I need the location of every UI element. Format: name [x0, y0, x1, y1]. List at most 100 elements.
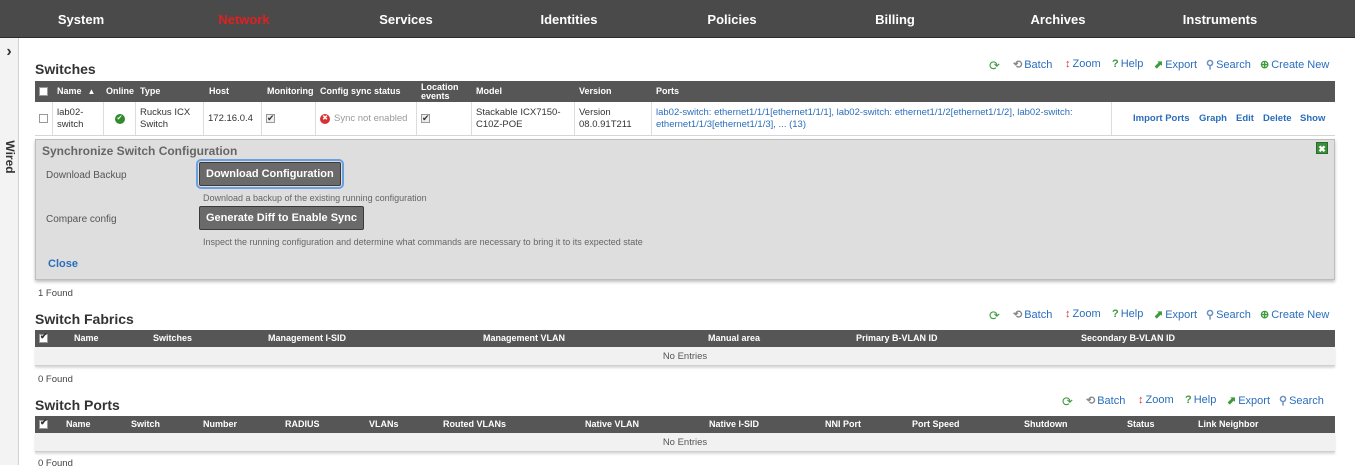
show-link[interactable]: Show: [1300, 102, 1325, 135]
refresh-icon[interactable]: ⟳: [989, 58, 1000, 74]
switches-found-count: 1 Found: [38, 288, 73, 299]
batch-button[interactable]: ⟲ Batch: [1086, 394, 1125, 407]
refresh-icon[interactable]: ⟳: [1062, 394, 1073, 410]
monitoring-checkbox: [262, 102, 316, 135]
zoom-label: Zoom: [1145, 394, 1174, 406]
col-type[interactable]: Type: [140, 81, 160, 102]
col-secondary-bvlan[interactable]: Secondary B-VLAN ID: [1081, 330, 1175, 347]
batch-button[interactable]: ⟲ Batch: [1013, 308, 1052, 321]
close-link[interactable]: Close: [48, 258, 78, 270]
col-host[interactable]: Host: [209, 81, 229, 102]
help-button[interactable]: ? Help: [1112, 308, 1143, 320]
sync-panel-title: Synchronize Switch Configuration: [42, 144, 238, 158]
batch-icon: ⟲: [1086, 395, 1096, 407]
col-version[interactable]: Version: [579, 81, 612, 102]
sync-config-panel: Synchronize Switch Configuration ✖ Downl…: [35, 139, 1335, 280]
graph-link[interactable]: Graph: [1199, 102, 1227, 135]
col-name-label: Name: [57, 86, 82, 96]
col-native-vlan[interactable]: Native VLAN: [585, 416, 639, 433]
switches-title: Switches: [35, 61, 96, 77]
col-ports[interactable]: Ports: [656, 81, 679, 102]
nav-system[interactable]: System: [40, 0, 122, 38]
help-button[interactable]: ? Help: [1112, 58, 1143, 70]
col-nni-port[interactable]: NNI Port: [825, 416, 861, 433]
batch-icon: ⟲: [1013, 59, 1023, 71]
nav-identities[interactable]: Identities: [527, 0, 611, 38]
select-all-checkbox[interactable]: [39, 81, 48, 102]
col-name[interactable]: Name: [74, 330, 99, 347]
zoom-button[interactable]: ↕ Zoom: [1138, 394, 1174, 406]
row-checkbox[interactable]: [35, 102, 53, 135]
search-icon: ⚲: [1206, 59, 1215, 71]
col-switches[interactable]: Switches: [153, 330, 192, 347]
top-navigation: System Network Services Identities Polic…: [0, 0, 1355, 38]
col-monitoring[interactable]: Monitoring: [267, 81, 314, 102]
col-primary-bvlan[interactable]: Primary B-VLAN ID: [856, 330, 938, 347]
fabrics-empty-row: No Entries: [35, 347, 1335, 366]
export-button[interactable]: ⬈ Export: [1154, 308, 1197, 321]
col-radius[interactable]: RADIUS: [285, 416, 320, 433]
chevron-right-icon[interactable]: ›: [0, 41, 18, 63]
col-port-speed[interactable]: Port Speed: [912, 416, 960, 433]
location-events-checkbox: [417, 102, 472, 135]
config-sync-status: ✖ Sync not enabled: [316, 102, 417, 135]
delete-link[interactable]: Delete: [1263, 102, 1292, 135]
nav-services[interactable]: Services: [365, 0, 447, 38]
nav-network[interactable]: Network: [205, 0, 283, 38]
col-manual-area[interactable]: Manual area: [708, 330, 760, 347]
ports-found-count: 0 Found: [38, 458, 73, 469]
sort-asc-icon: ▲: [87, 87, 96, 96]
search-button[interactable]: ⚲ Search: [1279, 394, 1324, 407]
col-link-neighbor[interactable]: Link Neighbor: [1198, 416, 1259, 433]
col-shutdown[interactable]: Shutdown: [1024, 416, 1068, 433]
create-new-button[interactable]: ⊕ Create New: [1260, 58, 1329, 71]
ports-empty-row: No Entries: [35, 433, 1335, 452]
col-status[interactable]: Status: [1127, 416, 1155, 433]
col-name[interactable]: Name: [66, 416, 91, 433]
nav-instruments[interactable]: Instruments: [1175, 0, 1265, 38]
generate-diff-button[interactable]: Generate Diff to Enable Sync: [199, 206, 364, 230]
table-row[interactable]: lab02-switch ✔ Ruckus ICX Switch 172.16.…: [35, 102, 1335, 136]
nav-archives[interactable]: Archives: [1017, 0, 1099, 38]
col-number[interactable]: Number: [203, 416, 237, 433]
col-routed-vlans[interactable]: Routed VLANs: [443, 416, 506, 433]
close-icon[interactable]: ✖: [1316, 142, 1328, 154]
zoom-icon: ↕: [1138, 394, 1144, 406]
online-check-icon: ✔: [104, 102, 136, 135]
download-configuration-button[interactable]: Download Configuration: [196, 159, 344, 189]
create-new-button[interactable]: ⊕ Create New: [1260, 308, 1329, 321]
select-all-checkbox[interactable]: [39, 416, 48, 433]
edit-link[interactable]: Edit: [1236, 102, 1254, 135]
col-management-isid[interactable]: Management I-SID: [268, 330, 346, 347]
col-vlans[interactable]: VLANs: [369, 416, 399, 433]
col-location-events[interactable]: Location events: [421, 81, 467, 102]
col-native-isid[interactable]: Native I-SID: [709, 416, 759, 433]
col-online[interactable]: Online: [106, 81, 134, 102]
switch-name: lab02-switch: [53, 102, 104, 135]
nav-billing[interactable]: Billing: [857, 0, 933, 38]
export-button[interactable]: ⬈ Export: [1154, 58, 1197, 71]
import-ports-link[interactable]: Import Ports: [1133, 102, 1189, 135]
export-button[interactable]: ⬈ Export: [1227, 394, 1270, 407]
switch-ports-link[interactable]: lab02-switch: ethernet1/1/1[ethernet1/1/…: [652, 102, 1112, 135]
col-model[interactable]: Model: [476, 81, 502, 102]
sidebar-label[interactable]: Wired: [3, 139, 17, 175]
col-management-vlan[interactable]: Management VLAN: [483, 330, 565, 347]
batch-button[interactable]: ⟲ Batch: [1013, 58, 1052, 71]
col-name[interactable]: Name ▲: [57, 81, 95, 102]
refresh-icon[interactable]: ⟳: [989, 308, 1000, 324]
nav-policies[interactable]: Policies: [692, 0, 772, 38]
help-button[interactable]: ? Help: [1185, 394, 1216, 406]
switch-version: Version 08.0.91T211: [575, 102, 652, 135]
zoom-button[interactable]: ↕ Zoom: [1065, 58, 1101, 70]
col-switch[interactable]: Switch: [131, 416, 160, 433]
col-config-sync-status[interactable]: Config sync status: [320, 81, 401, 102]
search-button[interactable]: ⚲ Search: [1206, 308, 1251, 321]
batch-label: Batch: [1024, 309, 1053, 321]
config-sync-status-label: Sync not enabled: [334, 112, 408, 124]
ports-toolbar: ⟳ ⟲ Batch ↕ Zoom ? Help ⬈ Export ⚲ Search: [1058, 394, 1335, 410]
select-all-checkbox[interactable]: [39, 330, 48, 347]
zoom-button[interactable]: ↕ Zoom: [1065, 308, 1101, 320]
search-button[interactable]: ⚲ Search: [1206, 58, 1251, 71]
switch-type: Ruckus ICX Switch: [136, 102, 204, 135]
